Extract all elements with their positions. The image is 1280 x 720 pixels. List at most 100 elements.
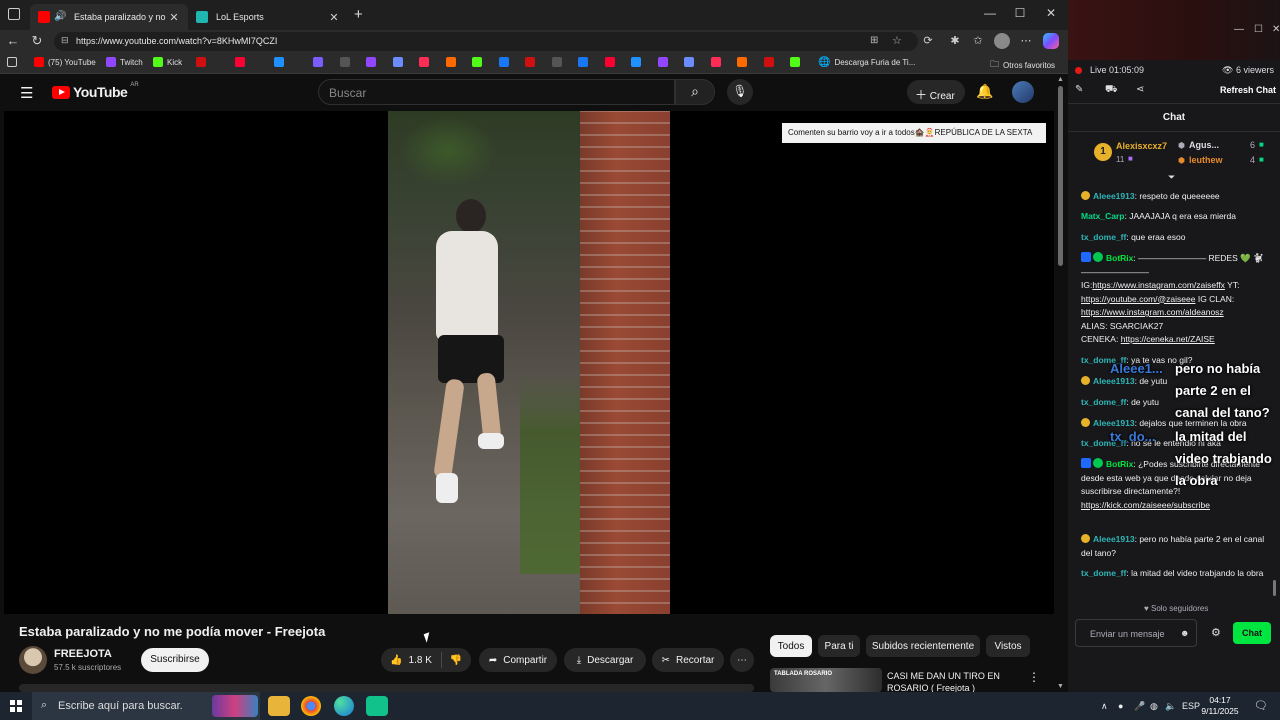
bookmark-icon-only[interactable] (604, 57, 615, 67)
chat-message-input[interactable]: Enviar un mensaje ☻ (1075, 619, 1197, 647)
refresh-chat-button[interactable]: Refresh Chat (1220, 85, 1276, 95)
audio-playing-icon[interactable]: 🔊 (54, 11, 66, 22)
bookmark-icon-only[interactable] (790, 57, 800, 67)
favorite-star-icon[interactable]: ☆ (892, 34, 902, 47)
hamburger-menu-icon[interactable]: ☰ (20, 84, 33, 102)
edge-icon[interactable] (334, 696, 354, 716)
vehicle-icon[interactable]: ⛟ (1105, 84, 1118, 97)
chat-link[interactable]: https://youtube.com/@zaiseee (1081, 294, 1195, 304)
app-tray-icon[interactable]: ● (1118, 701, 1123, 711)
tab-youtube-video[interactable]: 🔊 Estaba paralizado y no me p ✕ (30, 4, 188, 30)
maximize-button[interactable]: ☐ (1254, 24, 1263, 35)
more-menu-icon[interactable]: ⋯ (1018, 34, 1034, 47)
bookmark-icon-only[interactable] (274, 57, 284, 67)
file-explorer-icon[interactable] (268, 696, 290, 716)
close-tab-icon[interactable]: ✕ (328, 11, 340, 24)
bookmark-icon-only[interactable] (498, 57, 509, 67)
tab-lol-esports[interactable]: LoL Esports ✕ (188, 4, 348, 30)
notifications-bell-icon[interactable]: 🔔 (976, 83, 994, 100)
chat-link[interactable]: https://kick.com/zaiseee/subscribe (1081, 500, 1210, 510)
chat-username[interactable]: BotRix (1106, 459, 1133, 469)
recommended-more-icon[interactable]: ⋮ (1028, 670, 1040, 684)
video-player[interactable]: Comenten su barrio voy a ir a todos🏚️🤶RE… (4, 111, 1054, 614)
send-chat-button[interactable]: Chat (1233, 622, 1271, 644)
volume-icon[interactable]: 🔈 (1165, 701, 1176, 712)
maximize-button[interactable]: ☐ (1010, 6, 1030, 20)
search-button[interactable]: ⌕ (675, 79, 715, 105)
create-button[interactable]: ＋ Crear (907, 80, 965, 104)
chat-link[interactable]: https://www.instagram.com/aldeanosz (1081, 307, 1224, 317)
minimize-button[interactable]: — (980, 6, 1000, 20)
youtube-logo[interactable]: YouTube AR (52, 82, 139, 100)
bookmark-icon-only[interactable] (578, 57, 588, 67)
like-button[interactable]: 👍 1.8 K (381, 648, 441, 672)
scrollbar-thumb[interactable] (1058, 86, 1063, 266)
bookmark-icon-only[interactable] (551, 57, 562, 67)
profile-avatar-icon[interactable] (994, 33, 1010, 49)
bookmark-icon-only[interactable] (684, 57, 694, 67)
microphone-tray-icon[interactable]: 🎤 (1134, 701, 1145, 712)
chat-username[interactable]: Aleee1913 (1093, 534, 1135, 544)
download-button[interactable]: ⤓ Descargar (564, 648, 646, 672)
more-actions-button[interactable]: ⋯ (730, 648, 754, 672)
bookmark-icon-only[interactable] (631, 57, 641, 67)
chat-username[interactable]: Aleee1913 (1093, 418, 1135, 428)
url-field[interactable]: ⊟ https://www.youtube.com/watch?v=8KHwMI… (54, 32, 918, 51)
leaderboard-name[interactable]: Agus... (1189, 140, 1219, 150)
scroll-down-icon[interactable]: ▼ (1057, 683, 1064, 690)
bookmark-icon-only[interactable] (392, 57, 403, 67)
bookmark-icon-only[interactable] (657, 57, 668, 67)
extension-puzzle-icon[interactable]: ✱ (947, 34, 963, 47)
bookmark-icon-only[interactable] (710, 57, 721, 67)
recommended-video-thumbnail[interactable]: TABLADA ROSARIO (770, 668, 882, 692)
emoji-icon[interactable]: ☻ (1180, 628, 1189, 638)
chat-username[interactable]: tx_dome_ff (1081, 397, 1126, 407)
scroll-up-icon[interactable]: ▲ (1057, 76, 1064, 83)
channel-name[interactable]: FREEJOTA (54, 648, 112, 660)
chip-all[interactable]: Todos (770, 635, 812, 657)
network-icon[interactable]: ◍ (1150, 701, 1158, 712)
account-avatar[interactable] (1012, 81, 1034, 103)
chat-username[interactable]: Aleee1913 (1093, 376, 1135, 386)
close-tab-icon[interactable]: ✕ (168, 11, 180, 24)
bookmark-icon-only[interactable] (472, 57, 482, 67)
page-scrollbar[interactable]: ▲ ▼ (1054, 74, 1068, 692)
chat-scrollbar-thumb[interactable] (1273, 580, 1276, 596)
extensions-icon[interactable]: ⟳ (920, 34, 936, 47)
chip-recently-uploaded[interactable]: Subidos recientemente (866, 635, 980, 657)
chat-username[interactable]: tx_dome_ff (1081, 568, 1126, 578)
search-input[interactable]: Buscar (318, 79, 675, 105)
copilot-icon[interactable] (1043, 33, 1059, 49)
chat-settings-gear-icon[interactable]: ⚙ (1211, 626, 1221, 639)
show-hidden-icons-icon[interactable]: ∧ (1101, 701, 1108, 712)
bookmark-icon-only[interactable] (313, 57, 323, 67)
chrome-icon[interactable] (301, 696, 321, 716)
close-window-button[interactable]: ✕ (1272, 24, 1280, 35)
chat-username[interactable]: tx_dome_ff (1081, 232, 1126, 242)
windows-start-icon[interactable] (10, 700, 22, 712)
chat-username[interactable]: Matx_Carp (1081, 211, 1124, 221)
channel-avatar[interactable] (19, 646, 47, 674)
leaderboard-name[interactable]: leuthew (1189, 155, 1223, 165)
tab-actions-icon[interactable] (8, 8, 20, 20)
share-nodes-icon[interactable]: ⋖ (1136, 84, 1144, 95)
bookmark-icon-only[interactable] (419, 57, 429, 67)
minimize-button[interactable]: — (1234, 24, 1244, 35)
bookmark-icon-only[interactable] (196, 57, 206, 67)
bookmark-descarga-furia[interactable]: 🌐 Descarga Furia de Ti... (818, 57, 915, 68)
chat-link[interactable]: https://www.instagram.com/zaiseffx (1092, 280, 1225, 290)
voice-search-button[interactable]: 🎙 (727, 79, 753, 105)
refresh-icon[interactable]: ↻ (28, 33, 46, 49)
edit-pencil-icon[interactable]: ✎ (1075, 84, 1083, 95)
chip-watched[interactable]: Vistos (986, 635, 1030, 657)
chat-link[interactable]: https://ceneka.net/ZAISE (1121, 334, 1215, 344)
bookmark-twitch[interactable]: Twitch (106, 57, 143, 67)
bookmark-icon-only[interactable] (235, 57, 245, 67)
chat-username[interactable]: Aleee1913 (1093, 191, 1135, 201)
bookmark-icon-only[interactable] (525, 57, 535, 67)
site-info-icon[interactable]: ⊟ (61, 35, 69, 46)
chip-for-you[interactable]: Para ti (818, 635, 860, 657)
chat-username[interactable]: BotRix (1106, 253, 1133, 263)
recommended-video-title[interactable]: CASI ME DAN UN TIRO EN ROSARIO ( Freejot… (887, 670, 1017, 694)
taskbar-clock[interactable]: 04:17 9/11/2025 (1198, 695, 1242, 717)
